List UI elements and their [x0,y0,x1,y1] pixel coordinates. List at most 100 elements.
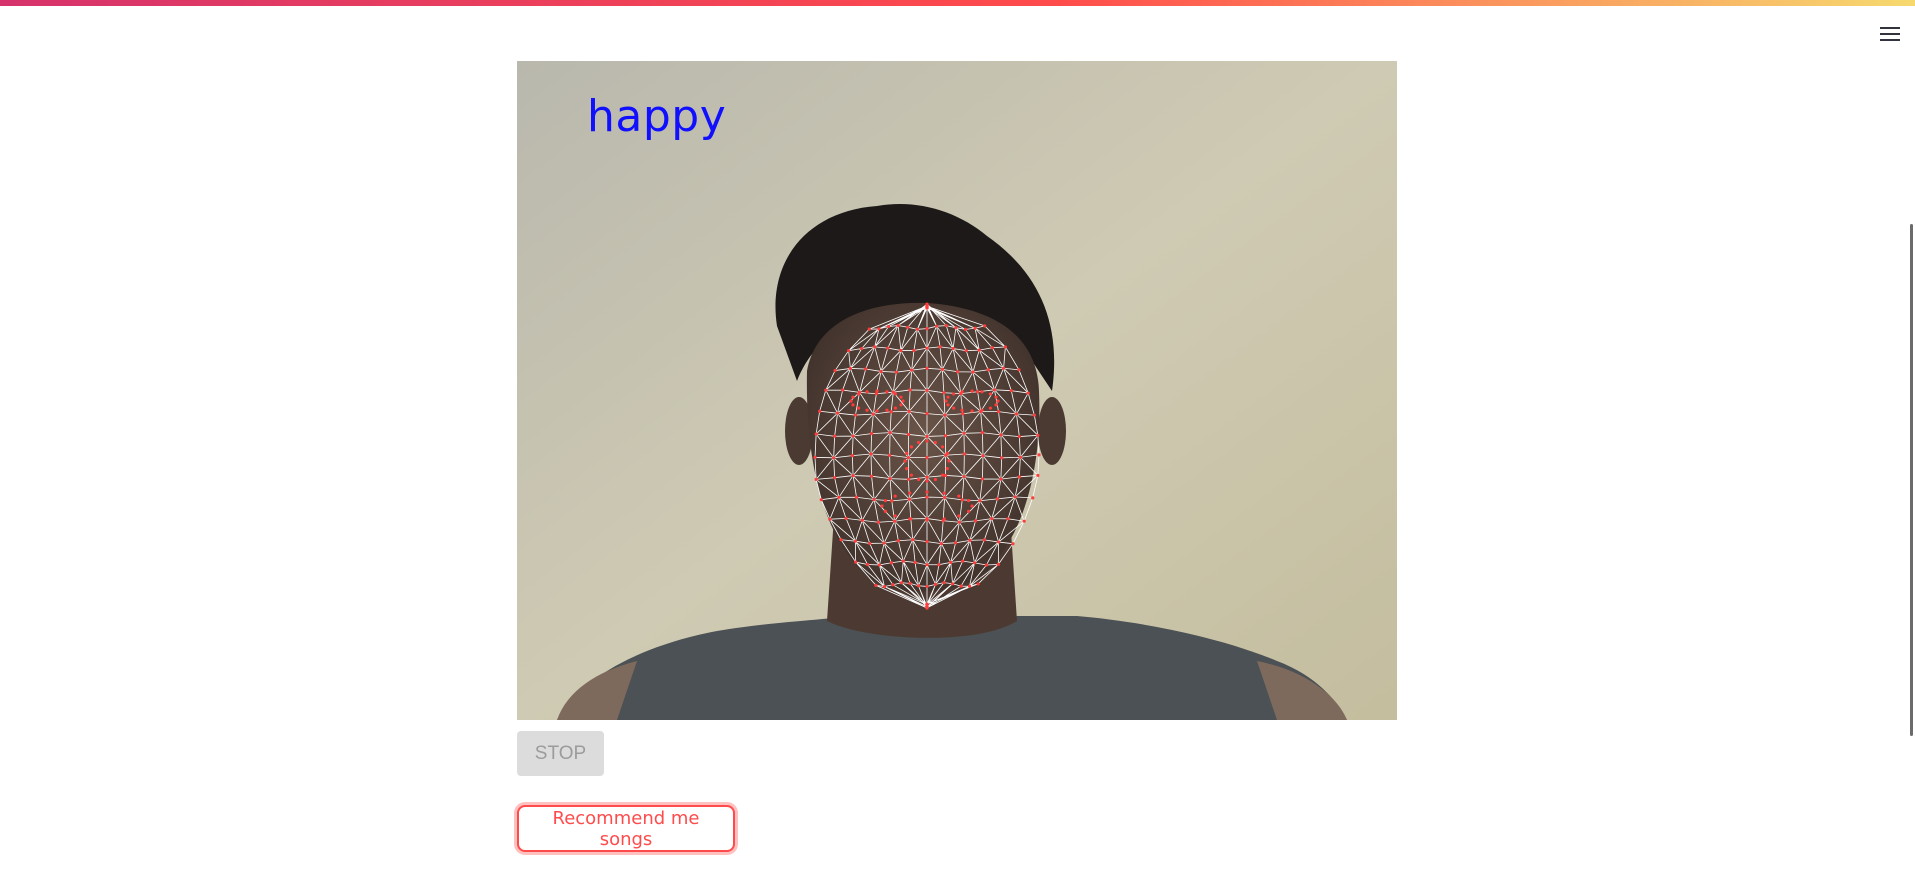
face-feature-point [865,408,869,412]
face-feature-point [916,440,921,445]
face-mesh-point [1018,455,1022,459]
face-feature-point [875,409,879,413]
face-feature-point [994,403,998,407]
webcam-scene [517,61,1397,720]
face-mesh-point [1017,368,1021,372]
face-mesh-point [925,326,929,331]
face-mesh-point [1032,413,1036,417]
face-mesh-point [906,325,910,329]
face-feature-point [909,473,914,477]
face-feature-point [946,395,950,399]
face-mesh-point [967,584,972,588]
face-mesh-point [814,432,818,436]
face-mesh-point [962,431,966,435]
face-mesh-point [907,409,911,413]
face-mesh-point [906,477,911,481]
face-mesh-point [894,370,898,374]
face-feature-point [865,390,869,394]
face-mesh-point [893,519,897,523]
face-mesh-point [832,456,836,460]
face-mesh-point [925,412,929,416]
top-decoration-bar [0,0,1915,6]
face-mesh-point [935,324,939,328]
face-mesh-point [983,324,987,328]
face-mesh-point [944,323,948,328]
face-mesh-point [962,474,966,479]
face-mesh-point [997,540,1001,544]
face-feature-point [851,403,855,407]
face-mesh-point [996,410,1001,414]
face-feature-point [905,451,909,455]
face-mesh-point [824,388,828,392]
face-mesh-point [889,561,893,565]
face-mesh-point [819,498,823,502]
face-feature-point [940,473,945,477]
face-feature-point [945,467,949,471]
face-mesh-point [888,431,892,435]
face-feature-point [893,494,897,498]
recommend-songs-button[interactable]: Recommend me songs [517,805,735,852]
face-mesh-point [996,562,1000,566]
face-mesh-point [999,477,1003,481]
page-scrollbar[interactable] [1910,224,1913,736]
face-mesh-point [982,538,986,542]
face-mesh-point [925,388,929,392]
face-mesh-point [951,346,955,351]
face-mesh-point [879,369,883,374]
face-feature-point [988,406,992,410]
face-mesh-point [1011,542,1015,546]
face-mesh-point [1031,496,1035,500]
face-mesh-point [828,517,832,521]
face-mesh-point [890,499,894,503]
face-mesh-point [933,582,938,586]
face-mesh-point [818,409,822,413]
face-mesh-point [995,497,1000,501]
face-mesh-point [1022,519,1026,523]
face-mesh-point [860,346,864,351]
face-mesh-point [990,346,994,350]
face-feature-point [857,392,861,396]
face-mesh-point [959,584,963,588]
face-mesh-point [925,563,929,567]
face-mesh-point [925,346,929,350]
face-feature-point [916,477,921,482]
face-mesh-point [925,540,929,544]
face-mesh-point [978,499,982,503]
face-feature-point [944,399,948,403]
face-feature-point [857,406,861,410]
main-menu-button[interactable] [1876,20,1904,48]
face-mesh-point [871,412,875,416]
face-mesh-point [864,367,868,371]
face-mesh-point [851,434,855,438]
face-feature-point [893,514,897,518]
face-mesh-point [891,583,895,587]
face-mesh-point [853,413,858,417]
face-mesh-point [980,431,985,435]
face-feature-point [942,517,946,521]
face-mesh-point [916,584,921,588]
face-mesh-point [813,455,817,459]
face-mesh-point [1017,434,1021,439]
face-mesh-point [912,348,916,353]
face-feature-point [925,490,929,494]
face-mesh-point [906,456,910,460]
face-mesh-point [961,412,965,416]
face-mesh-point [850,454,854,458]
face-mesh-point [860,518,864,522]
face-mesh-point [925,584,929,589]
face-mesh-point [889,410,893,414]
face-mesh-point [869,432,874,436]
face-mesh-point [954,326,958,330]
face-feature-point [851,395,855,399]
face-feature-point [947,459,951,463]
face-mesh-point [1003,345,1007,349]
stop-button[interactable]: STOP [517,731,604,776]
face-mesh-point [976,582,980,586]
face-mesh-point [954,541,958,545]
face-feature-point [883,509,888,513]
face-feature-point [905,467,909,471]
face-feature-point [925,439,929,443]
emotion-label: happy [587,91,727,142]
face-mesh-point [1017,475,1021,479]
right-ear [1038,397,1066,465]
